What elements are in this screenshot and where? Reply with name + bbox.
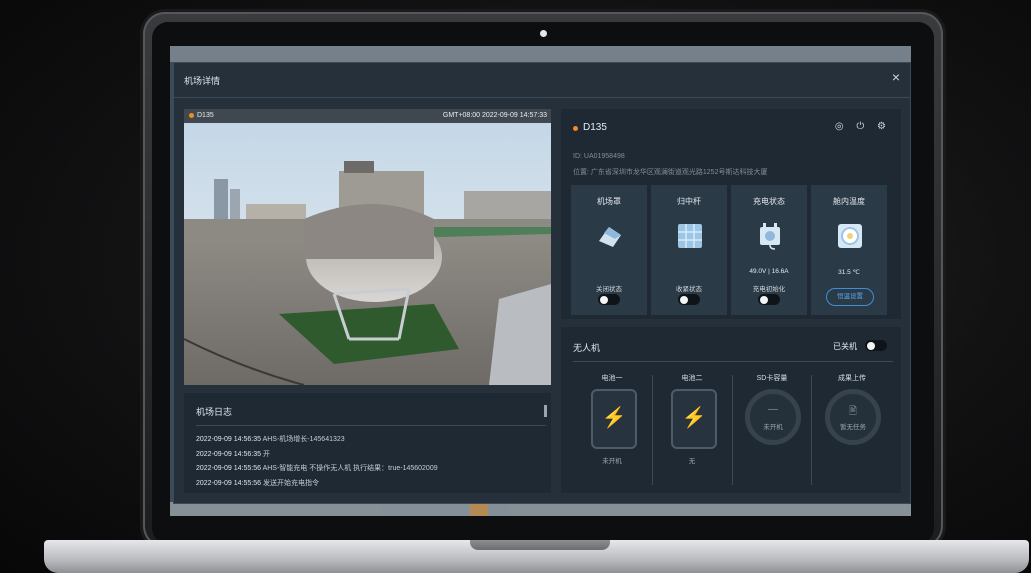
upload-status: 暂无任务	[840, 424, 866, 431]
device-info-panel: D135 ◎ ⏻ ⚙ ID: UA01958498 位置: 广东省深圳市龙华区观…	[561, 109, 901, 319]
charging-value: 49.0V | 16.6A	[749, 268, 789, 275]
background-map-bottom	[170, 502, 911, 516]
drone-panel: 无人机 已关机 电池一 ⚡ 未开机 电池二 ⚡ 无 SD卡容量 — 未开机 成果…	[561, 327, 901, 493]
hangar-cover-icon	[599, 227, 621, 247]
battery-one: 电池一 ⚡ 未开机	[573, 371, 651, 489]
temperature-value: 31.5 ℃	[838, 269, 860, 276]
log-entry: 2022-09-09 14:56:35 开	[196, 448, 438, 463]
log-scrollbar[interactable]	[544, 405, 547, 417]
divider	[196, 425, 546, 426]
battery-two-graphic: ⚡	[671, 389, 717, 449]
result-upload: 成果上传 🖹 暂无任务	[813, 371, 891, 489]
log-time: 2022-09-09 14:56:35	[196, 450, 261, 458]
log-text: 发送开始充电指令	[262, 479, 319, 487]
device-name: D135	[583, 122, 607, 133]
divider	[811, 375, 812, 485]
sd-card-status: 未开机	[763, 424, 783, 431]
rooftop-camera-image	[184, 109, 551, 385]
dialog-title: 机场详情	[184, 76, 221, 86]
card-state: 收紧状态	[676, 286, 702, 293]
card-state: 充电初始化	[752, 286, 786, 293]
thermostat-settings-button[interactable]: 恒温设置	[826, 288, 874, 306]
card-hangar-cover: 机场罩 关闭状态	[571, 185, 647, 315]
drone-power-toggle[interactable]	[865, 340, 887, 351]
device-id: ID: UA01958498	[573, 153, 625, 160]
battery-two: 电池二 ⚡ 无	[653, 371, 731, 489]
log-text: AHS-智能充电 不操作无人机 执行结果：true-145602009	[262, 465, 438, 472]
card-title: 舱内温度	[833, 197, 865, 206]
background-map-top	[170, 46, 911, 62]
online-dot-icon	[573, 126, 578, 131]
online-dot-icon	[189, 113, 194, 118]
battery-status: 无	[688, 458, 696, 465]
battery-one-graphic: ⚡	[591, 389, 637, 449]
video-timestamp: GMT+08:00 2022-09-09 14:57:33	[442, 112, 547, 119]
laptop-notch	[470, 540, 610, 550]
centering-rod-toggle[interactable]	[678, 294, 700, 305]
card-centering-rod: 归中杆 收紧状态	[651, 185, 727, 315]
webcam-icon	[540, 30, 547, 37]
sd-card-title: SD卡容量	[756, 375, 788, 382]
charging-toggle[interactable]	[758, 294, 780, 305]
thermometer-icon	[838, 224, 862, 248]
battery-title: 电池二	[681, 375, 703, 382]
card-title: 归中杆	[677, 197, 701, 206]
battery-status: 未开机	[602, 458, 622, 465]
divider	[573, 361, 893, 362]
lightning-icon: ⚡	[681, 407, 707, 429]
document-icon: 🖹	[848, 406, 858, 417]
close-icon[interactable]: ×	[892, 69, 900, 85]
airport-detail-dialog: 机场详情 × D135 GMT+08:00 2022-09-09 14:57:3…	[173, 62, 911, 504]
card-title: 充电状态	[753, 197, 785, 206]
video-overlay-bar: D135 GMT+08:00 2022-09-09 14:57:33	[184, 109, 551, 123]
charging-icon	[760, 223, 780, 250]
card-title: 机场罩	[597, 197, 621, 206]
log-list: 2022-09-09 14:56:35 AHS-机场增长-145641323 2…	[196, 433, 438, 491]
screen: 机场详情 × D135 GMT+08:00 2022-09-09 14:57:3…	[170, 46, 911, 516]
airport-log-panel: 机场日志 2022-09-09 14:56:35 AHS-机场增长-145641…	[184, 393, 551, 493]
card-charging: 充电状态 49.0V | 16.6A 充电初始化	[731, 185, 807, 315]
sd-card-capacity: SD卡容量 — 未开机	[733, 371, 811, 489]
log-time: 2022-09-09 14:56:35	[196, 436, 261, 443]
log-time: 2022-09-09 14:55:56	[196, 479, 261, 487]
device-action-icons[interactable]: ◎ ⏻ ⚙	[835, 121, 891, 132]
map-road	[470, 502, 488, 516]
sd-card-ring: — 未开机	[745, 389, 801, 445]
log-entry: 2022-09-09 14:56:35 AHS-机场增长-145641323	[196, 433, 438, 448]
log-time: 2022-09-09 14:55:56	[196, 465, 261, 472]
hangar-cover-toggle[interactable]	[598, 294, 620, 305]
dialog-header: 机场详情 ×	[174, 63, 910, 98]
centering-rod-icon	[678, 224, 702, 248]
card-cabin-temperature: 舱内温度 31.5 ℃ 恒温设置	[811, 185, 887, 315]
lightning-icon: ⚡	[601, 407, 627, 429]
log-entry: 2022-09-09 14:55:56 AHS-智能充电 不操作无人机 执行结果…	[196, 462, 438, 477]
live-video[interactable]: D135 GMT+08:00 2022-09-09 14:57:33	[184, 109, 551, 385]
upload-ring: 🖹 暂无任务	[825, 389, 881, 445]
log-text: AHS-机场增长-145641323	[262, 436, 345, 443]
video-device-name: D135	[197, 112, 214, 119]
upload-title: 成果上传	[838, 375, 866, 382]
sd-card-icon: —	[768, 404, 778, 415]
battery-title: 电池一	[601, 375, 623, 382]
log-text: 开	[262, 450, 270, 458]
device-location: 位置: 广东省深圳市龙华区观澜街道观光路1252号斯达科技大厦	[573, 169, 768, 176]
drone-title: 无人机	[573, 343, 601, 353]
log-title: 机场日志	[196, 407, 233, 417]
drone-power-status: 已关机	[833, 342, 857, 351]
card-state: 关闭状态	[596, 286, 622, 293]
log-entry: 2022-09-09 14:55:56 发送开始充电指令	[196, 477, 438, 492]
